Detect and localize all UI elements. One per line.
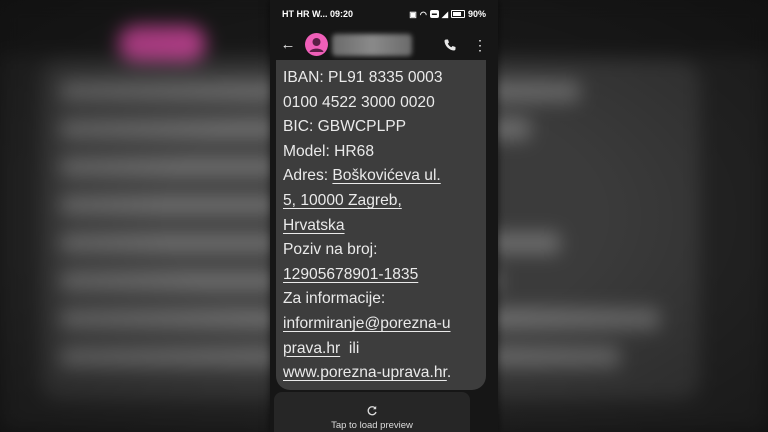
battery-percent: 90% xyxy=(467,9,486,19)
message-line: IBAN: PL91 8335 0003 xyxy=(283,69,443,86)
more-options-icon[interactable]: ⋮ xyxy=(470,35,490,55)
status-bar: HT HR W... 09:20 ▣ ◠ ▬ ◢ 90% xyxy=(270,0,498,30)
email-line: prava.hr ili xyxy=(283,337,483,362)
website-line: www.porezna-uprava.hr. xyxy=(283,361,483,386)
back-arrow-icon[interactable]: ← xyxy=(278,35,298,55)
screen: HT HR W... 09:20 ▣ ◠ ▬ ◢ 90% ← ⋮ IBAN: P… xyxy=(0,0,768,432)
message-body: IBAN: PL91 8335 0003 0100 4522 3000 0020… xyxy=(283,66,483,386)
contact-avatar[interactable] xyxy=(305,33,328,56)
reference-label: Poziv na broj: xyxy=(283,241,378,259)
website-link[interactable]: www.porezna-uprava.hr xyxy=(283,364,447,381)
tap-to-load-preview: Tap to load preview xyxy=(331,420,413,431)
message-line: Model: HR68 xyxy=(283,142,375,160)
refresh-icon xyxy=(366,404,378,416)
person-icon xyxy=(309,38,324,52)
email-line: informiranje@porezna-u xyxy=(283,312,483,337)
contact-name-redacted[interactable] xyxy=(332,34,412,56)
address-line: Adres: Boškovićeva ul. xyxy=(283,164,483,189)
address-line: 5, 10000 Zagreb, xyxy=(283,189,483,214)
status-icons: ▣ ◠ ▬ ◢ 90% xyxy=(409,9,486,19)
address-link[interactable]: Hrvatska xyxy=(283,217,345,234)
signal-icon: ◢ xyxy=(441,9,448,19)
status-carrier-time: HT HR W... 09:20 xyxy=(282,9,354,19)
message-bubble[interactable]: IBAN: PL91 8335 0003 0100 4522 3000 0020… xyxy=(276,60,486,390)
website-trailing: . xyxy=(446,364,452,382)
reference-line: 12905678901-1835 xyxy=(283,263,483,288)
address-line: Hrvatska xyxy=(283,214,483,239)
wifi-icon: ◠ xyxy=(419,9,427,19)
nfc-icon: ▣ xyxy=(409,9,417,19)
or-text: ili xyxy=(340,339,360,357)
info-label: Za informacije: xyxy=(283,290,386,308)
reference-number-link[interactable]: 12905678901-1835 xyxy=(283,266,418,283)
message-line: 0100 4522 3000 0020 xyxy=(283,93,435,111)
volte-icon: ▬ xyxy=(429,10,439,18)
link-preview-card[interactable]: Tap to load preview xyxy=(274,392,470,432)
battery-icon xyxy=(450,10,465,18)
address-link[interactable]: 5, 10000 Zagreb, xyxy=(283,192,402,209)
phone-call-icon[interactable] xyxy=(440,35,460,55)
conversation-header: ← ⋮ xyxy=(270,30,498,60)
address-link[interactable]: Boškovićeva ul. xyxy=(332,167,440,184)
phone-screen: HT HR W... 09:20 ▣ ◠ ▬ ◢ 90% ← ⋮ IBAN: P… xyxy=(270,0,498,432)
message-line: BIC: GBWCPLPP xyxy=(283,118,407,136)
address-label: Adres: xyxy=(283,167,333,185)
email-link[interactable]: informiranje@porezna-u xyxy=(283,315,451,332)
email-link[interactable]: prava.hr xyxy=(283,340,340,357)
